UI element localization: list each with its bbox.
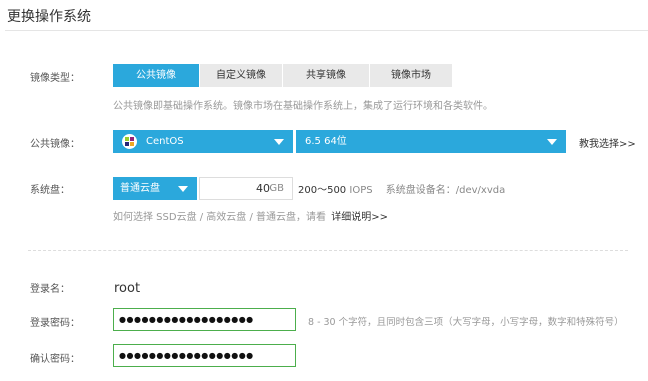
tab-public-image[interactable]: 公共镜像 (113, 64, 200, 87)
public-image-label: 公共镜像： (30, 139, 80, 150)
disk-hint: 如何选择 SSD云盘 / 高效云盘 / 普通云盘，请看 详细说明>> (113, 208, 388, 223)
password-hint: 8 - 30 个字符，且同时包含三项（大写字母，小写字母，数字和特殊符号） (308, 317, 624, 328)
disk-type-select[interactable]: 普通云盘 (113, 177, 197, 200)
iops-info: 200～500 IOPS 系统盘设备名：/dev/xvda (298, 181, 505, 196)
chevron-down-icon (274, 139, 284, 145)
help-choose-link[interactable]: 教我选择>> (579, 135, 636, 150)
system-disk-label: 系统盘： (30, 185, 70, 196)
password-label: 登录密码： (30, 318, 80, 329)
image-type-label: 镜像类型： (30, 73, 80, 84)
login-name-label: 登录名： (30, 284, 70, 295)
disk-hint-text: 如何选择 SSD云盘 / 高效云盘 / 普通云盘，请看 (113, 212, 327, 223)
tab-image-market[interactable]: 镜像市场 (370, 64, 452, 87)
os-select[interactable]: CentOS (113, 130, 293, 153)
os-select-value: CentOS (146, 136, 184, 147)
section-divider (28, 250, 628, 251)
os-version-select[interactable]: 6.5 64位 (296, 130, 566, 153)
disk-size-value: 40 (256, 182, 270, 195)
image-type-hint: 公共镜像即基础操作系统。镜像市场在基础操作系统上，集成了运行环境和各类软件。 (113, 101, 493, 112)
os-version-value: 6.5 64位 (305, 136, 347, 147)
iops-unit: IOPS (349, 185, 373, 196)
tab-shared-image[interactable]: 共享镜像 (283, 64, 370, 87)
login-name-value: root (114, 281, 141, 296)
chevron-down-icon (178, 186, 188, 192)
password-field[interactable]: ●●●●●●●●●●●●●●●●●● (113, 308, 296, 331)
centos-logo-icon (122, 134, 137, 149)
device-name: 系统盘设备名：/dev/xvda (385, 185, 506, 196)
tab-custom-image[interactable]: 自定义镜像 (200, 64, 283, 87)
disk-size-unit: GB (269, 183, 284, 194)
image-type-tabs: 公共镜像 自定义镜像 共享镜像 镜像市场 (113, 64, 452, 87)
confirm-password-label: 确认密码： (30, 354, 80, 365)
confirm-password-field[interactable]: ●●●●●●●●●●●●●●●●●● (113, 344, 296, 367)
iops-range: 200～500 (298, 185, 347, 196)
title-divider (5, 30, 648, 31)
disk-detail-link[interactable]: 详细说明>> (331, 212, 388, 223)
disk-size-field[interactable]: 40 GB (199, 177, 293, 200)
chevron-down-icon (547, 139, 557, 145)
page-title: 更换操作系统 (7, 9, 91, 25)
disk-type-value: 普通云盘 (120, 183, 160, 194)
